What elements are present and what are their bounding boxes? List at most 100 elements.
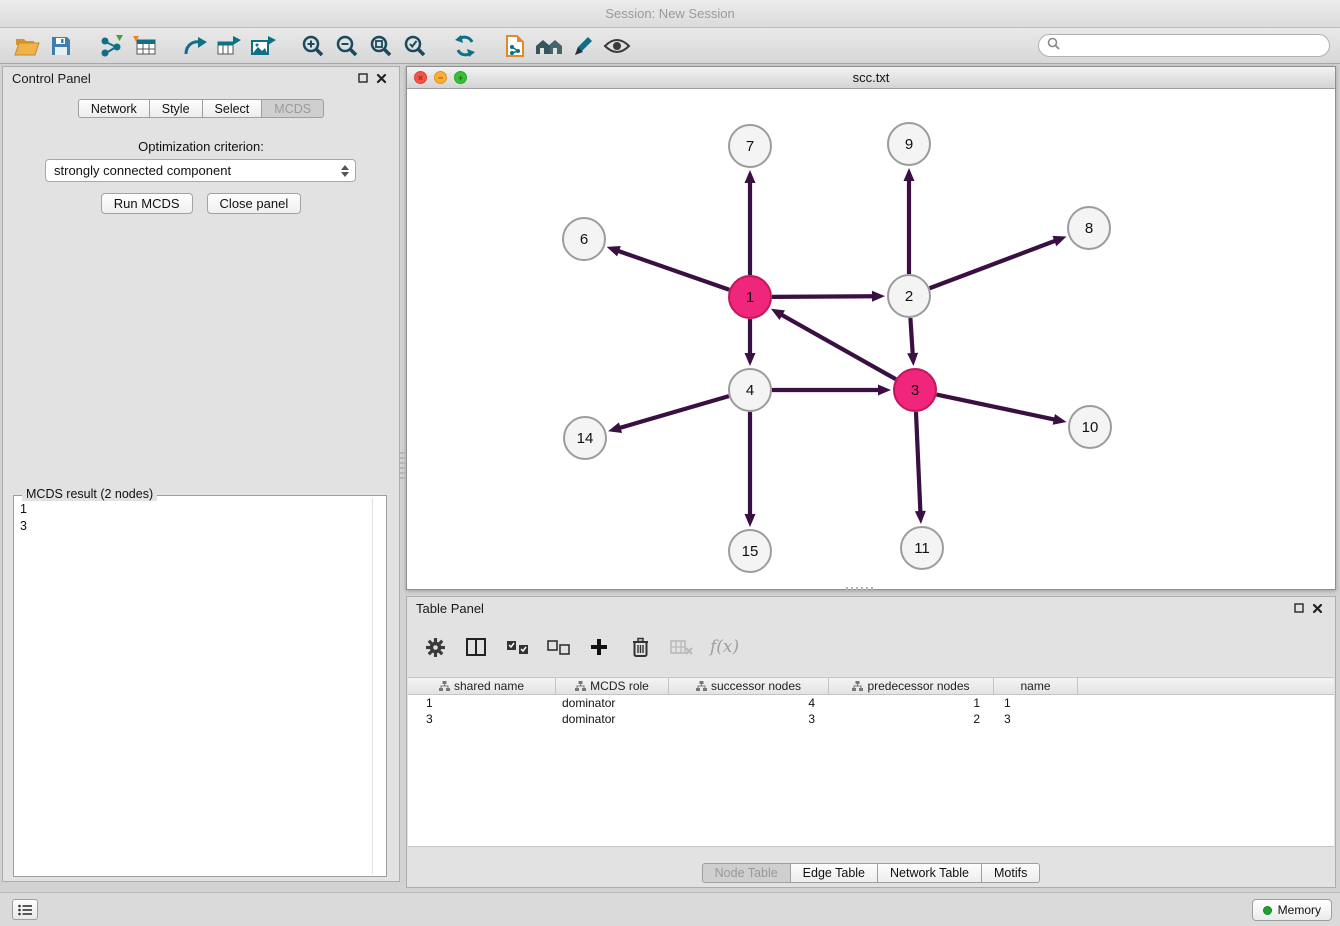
network-canvas[interactable]: 7968124314101511 [407, 89, 1335, 589]
delete-column-trash-icon[interactable] [628, 635, 652, 659]
tab-style[interactable]: Style [149, 99, 203, 118]
tab-mcds[interactable]: MCDS [261, 99, 324, 118]
style-brush-icon[interactable] [566, 31, 600, 61]
criterion-dropdown[interactable]: strongly connected component [45, 159, 356, 182]
edge-arrowhead-icon [607, 246, 621, 256]
float-table-panel-icon[interactable] [1290, 600, 1308, 616]
search-input[interactable] [1065, 39, 1321, 53]
network-window-titlebar[interactable]: × − + scc.txt [407, 67, 1335, 89]
close-table-panel-icon[interactable] [1308, 600, 1326, 616]
column-header-name[interactable]: name [994, 678, 1078, 694]
table-settings-gear-icon[interactable] [423, 635, 447, 659]
edge-arrowhead-icon [878, 385, 891, 396]
mcds-result-list[interactable]: 1 3 [20, 501, 370, 871]
table-row[interactable]: 1 dominator 4 1 1 [408, 695, 1334, 711]
cell-successor-nodes[interactable]: 4 [669, 696, 829, 710]
edge-4-14[interactable] [619, 396, 729, 428]
window-zoom-icon[interactable]: + [454, 71, 467, 84]
tab-edge-table[interactable]: Edge Table [790, 863, 878, 883]
table-row[interactable]: 3 dominator 3 2 3 [408, 711, 1334, 727]
column-header-predecessor-nodes[interactable]: predecessor nodes [829, 678, 994, 694]
cell-shared-name[interactable]: 1 [408, 696, 556, 710]
column-header-mcds-role[interactable]: MCDS role [556, 678, 669, 694]
save-session-icon[interactable] [44, 31, 78, 61]
tab-node-table[interactable]: Node Table [702, 863, 791, 883]
cell-name[interactable]: 3 [994, 712, 1078, 726]
export-image-icon[interactable] [246, 31, 280, 61]
zoom-in-icon[interactable] [296, 31, 330, 61]
zoom-selected-icon[interactable] [398, 31, 432, 61]
mcds-result-item[interactable]: 3 [20, 518, 370, 535]
select-all-rows-icon[interactable] [505, 635, 529, 659]
tab-network-table[interactable]: Network Table [877, 863, 982, 883]
search-field[interactable] [1038, 34, 1330, 57]
apply-layout-icon[interactable] [448, 31, 482, 61]
graph-node-label-6: 6 [580, 231, 588, 248]
close-panel-icon[interactable] [372, 70, 390, 86]
first-neighbors-icon[interactable] [532, 31, 566, 61]
network-file-icon[interactable] [498, 31, 532, 61]
vertical-splitter-grip[interactable] [400, 452, 405, 480]
app-titlebar: Session: New Session [0, 0, 1340, 28]
edge-arrowhead-icon [608, 422, 622, 433]
edge-arrowhead-icon [904, 168, 915, 181]
float-panel-icon[interactable] [354, 70, 372, 86]
run-mcds-button[interactable]: Run MCDS [101, 193, 193, 214]
delete-table-icon [669, 635, 693, 659]
mcds-result-box: MCDS result (2 nodes) 1 3 [13, 495, 387, 877]
tab-network[interactable]: Network [78, 99, 150, 118]
show-panels-list-button[interactable] [12, 899, 38, 920]
cell-mcds-role[interactable]: dominator [556, 712, 669, 726]
close-panel-button[interactable]: Close panel [207, 193, 302, 214]
edge-1-6[interactable] [617, 251, 729, 290]
edge-3-1[interactable] [780, 314, 895, 379]
table-panel-header: Table Panel [407, 597, 1335, 619]
edge-2-8[interactable] [930, 240, 1057, 288]
export-network-icon[interactable] [178, 31, 212, 61]
zoom-fit-icon[interactable] [364, 31, 398, 61]
graph-node-label-4: 4 [746, 382, 754, 399]
window-minimize-icon[interactable]: − [434, 71, 447, 84]
horizontal-splitter-grip[interactable] [846, 587, 874, 592]
status-bar: Memory [0, 892, 1340, 926]
memory-button[interactable]: Memory [1252, 899, 1332, 921]
cell-successor-nodes[interactable]: 3 [669, 712, 829, 726]
edge-arrowhead-icon [745, 170, 756, 183]
edge-1-2[interactable] [772, 296, 874, 297]
network-graph[interactable]: 7968124314101511 [407, 89, 1335, 589]
add-column-icon[interactable] [587, 635, 611, 659]
column-header-shared-name[interactable]: shared name [408, 678, 556, 694]
criterion-dropdown-value: strongly connected component [54, 163, 231, 178]
open-session-icon[interactable] [10, 31, 44, 61]
result-scrollbar-track[interactable] [372, 498, 373, 874]
show-columns-icon[interactable] [464, 635, 488, 659]
deselect-all-rows-icon[interactable] [546, 635, 570, 659]
tab-select[interactable]: Select [202, 99, 263, 118]
control-panel: Control Panel Network Style Select MCDS … [2, 66, 400, 882]
memory-button-label: Memory [1278, 903, 1321, 917]
graph-node-label-10: 10 [1082, 419, 1099, 436]
edge-3-10[interactable] [937, 395, 1056, 420]
import-table-icon[interactable] [128, 31, 162, 61]
graph-node-label-3: 3 [911, 382, 919, 399]
cell-predecessor-nodes[interactable]: 2 [829, 712, 994, 726]
edge-arrowhead-icon [915, 511, 926, 524]
export-table-icon[interactable] [212, 31, 246, 61]
cell-predecessor-nodes[interactable]: 1 [829, 696, 994, 710]
tab-motifs[interactable]: Motifs [981, 863, 1040, 883]
mcds-result-item[interactable]: 1 [20, 501, 370, 518]
edge-2-3[interactable] [910, 318, 912, 355]
graph-node-label-14: 14 [577, 430, 594, 447]
import-network-icon[interactable] [94, 31, 128, 61]
column-type-icon [696, 681, 707, 691]
edge-3-11[interactable] [916, 412, 920, 513]
cell-mcds-role[interactable]: dominator [556, 696, 669, 710]
column-header-successor-nodes[interactable]: successor nodes [669, 678, 829, 694]
search-icon [1047, 37, 1060, 55]
cell-shared-name[interactable]: 3 [408, 712, 556, 726]
window-close-icon[interactable]: × [414, 71, 427, 84]
cell-name[interactable]: 1 [994, 696, 1078, 710]
zoom-out-icon[interactable] [330, 31, 364, 61]
show-hide-icon[interactable] [600, 31, 634, 61]
edge-arrowhead-icon [872, 291, 885, 302]
